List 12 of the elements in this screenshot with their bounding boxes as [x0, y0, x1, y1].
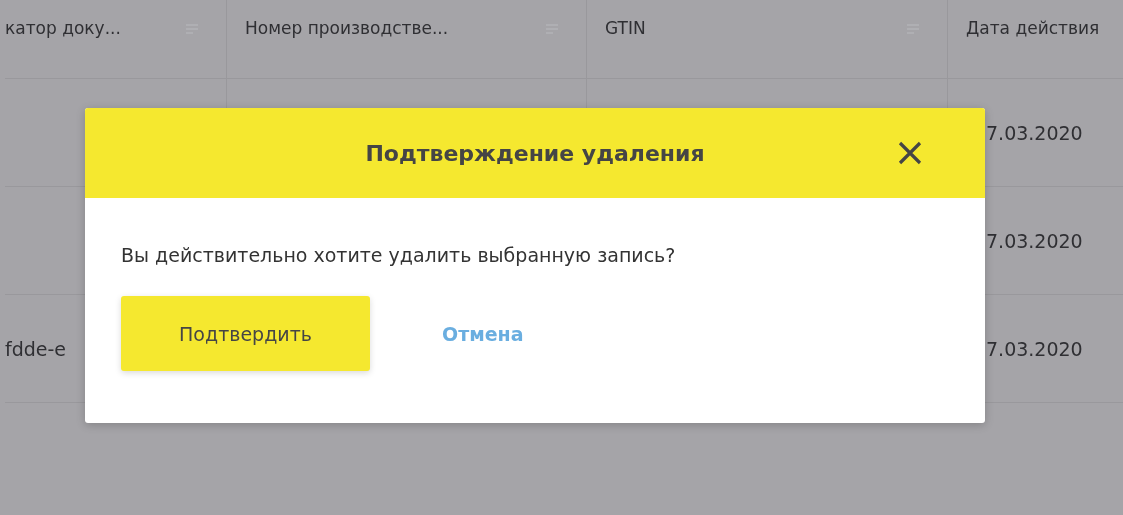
column-header[interactable]: Номер производстве... [227, 0, 587, 78]
table-cell: 7.03.2020 [986, 121, 1083, 144]
table-cell: fdde-e [5, 337, 67, 360]
dialog-message: Вы действительно хотите удалить выбранную запись? [121, 244, 677, 266]
table-cell: 7.03.2020 [986, 229, 1083, 252]
column-header[interactable]: катор доку... [5, 0, 227, 78]
table-cell: 7.03.2020 [986, 337, 1083, 360]
column-header[interactable]: Дата действия [948, 0, 1123, 78]
column-header[interactable]: GTIN [587, 0, 948, 78]
dialog-title: Подтверждение удаления [365, 140, 705, 166]
close-icon[interactable] [897, 140, 923, 166]
confirm-button[interactable]: Подтвердить [121, 296, 370, 371]
